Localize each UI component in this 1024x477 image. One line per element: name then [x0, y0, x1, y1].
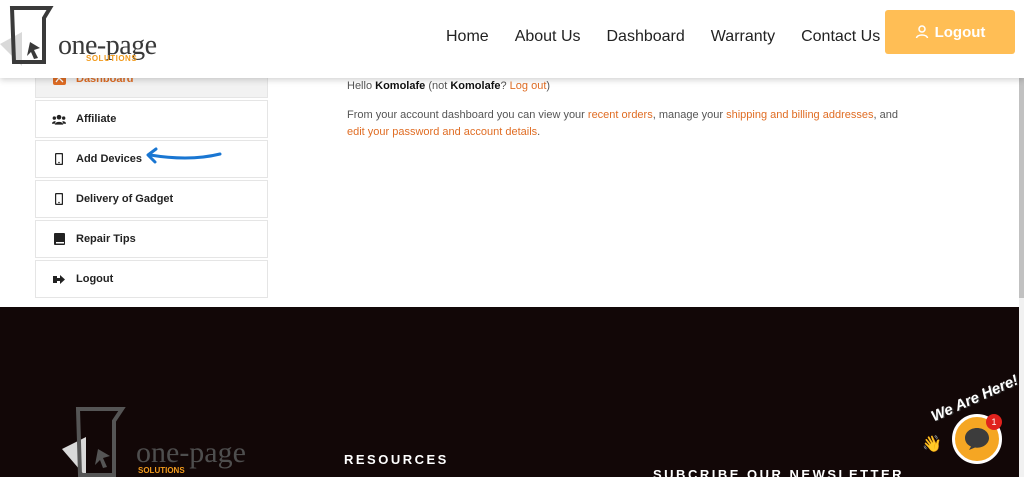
nav-about-us[interactable]: About Us	[515, 28, 581, 46]
scrollbar-thumb[interactable]	[1019, 78, 1024, 298]
header-logout-label: Logout	[934, 23, 986, 41]
main-nav: Home About Us Dashboard Warranty Contact…	[446, 28, 906, 46]
nav-dashboard[interactable]: Dashboard	[607, 28, 685, 46]
logo-subtitle: SOLUTIONS	[86, 54, 138, 63]
mobile-icon	[52, 192, 66, 206]
sidebar-item-logout[interactable]: Logout	[35, 260, 268, 298]
intro-and: , and	[873, 109, 898, 121]
waving-hand-icon: 👋	[922, 436, 942, 453]
sidebar-item-repair-tips[interactable]: Repair Tips	[35, 220, 268, 258]
account-details-link[interactable]: edit your password and account details	[347, 126, 537, 138]
logout-link[interactable]: Log out	[510, 80, 547, 92]
sidebar-item-affiliate[interactable]: Affiliate	[35, 100, 268, 138]
sign-out-icon	[52, 272, 66, 286]
recent-orders-link[interactable]: recent orders	[588, 109, 653, 121]
book-icon	[52, 232, 66, 246]
intro-manage: , manage your	[652, 109, 724, 121]
dashboard-intro: From your account dashboard you can view…	[347, 107, 947, 141]
greeting-user: Komolafe	[375, 80, 426, 92]
addresses-link[interactable]: shipping and billing addresses	[726, 109, 873, 121]
account-sidebar: Dashboard Affiliate Add Devices Delivery…	[35, 60, 268, 300]
site-header: one-page SOLUTIONS Home About Us Dashboa…	[0, 0, 1024, 78]
annotation-arrow	[146, 147, 222, 164]
site-logo[interactable]: one-page SOLUTIONS	[0, 4, 170, 66]
account-content: Hello Komolafe (not Komolafe? Log out) F…	[347, 78, 947, 141]
logo-mark-icon	[0, 6, 54, 66]
users-icon	[52, 112, 66, 126]
greeting-close: )	[546, 80, 551, 92]
sidebar-item-label: Affiliate	[76, 113, 117, 125]
chat-badge: 1	[986, 414, 1002, 430]
footer-resources-heading: RESOURCES	[344, 452, 449, 467]
sidebar-item-label: Add Devices	[76, 153, 143, 165]
greeting-not: (not	[428, 80, 448, 92]
nav-contact-us[interactable]: Contact Us	[801, 28, 880, 46]
intro-text: From your account dashboard you can view…	[347, 109, 585, 121]
greeting: Hello Komolafe (not Komolafe? Log out)	[347, 78, 947, 95]
sidebar-item-label: Repair Tips	[76, 233, 136, 245]
nav-warranty[interactable]: Warranty	[711, 28, 775, 46]
mobile-icon	[52, 152, 66, 166]
greeting-question: ?	[500, 80, 507, 92]
nav-home[interactable]: Home	[446, 28, 489, 46]
page: one-page SOLUTIONS Home About Us Dashboa…	[0, 0, 1024, 477]
footer-logo-mark-icon	[62, 407, 126, 477]
chat-bubble-icon	[965, 428, 989, 450]
sidebar-item-delivery-of-gadget[interactable]: Delivery of Gadget	[35, 180, 268, 218]
greeting-hello: Hello	[347, 80, 373, 92]
header-logout-button[interactable]: Logout	[885, 10, 1015, 54]
footer-logo-subtitle: SOLUTIONS	[138, 466, 185, 475]
sidebar-item-label: Logout	[76, 273, 114, 285]
intro-period: .	[537, 126, 541, 138]
user-icon	[915, 25, 928, 39]
sidebar-item-label: Delivery of Gadget	[76, 193, 174, 205]
footer-logo-wordmark: one-page	[136, 436, 246, 469]
footer-newsletter-heading: SUBCRIBE OUR NEWSLETTER	[653, 467, 905, 477]
greeting-not-user: Komolafe	[450, 80, 501, 92]
